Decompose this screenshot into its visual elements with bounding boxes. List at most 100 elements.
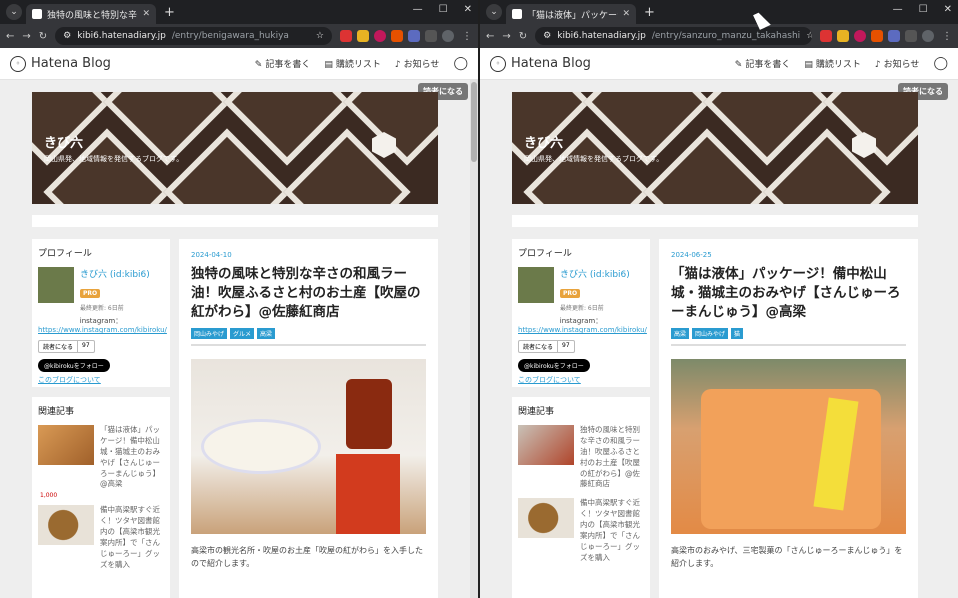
toolbar: ← → ↻ ⚙ kibi6.hatenadiary.jp/entry/sanzu… xyxy=(480,24,958,48)
instagram-label: instagram： xyxy=(79,317,123,325)
address-bar[interactable]: ⚙ kibi6.hatenadiary.jp/entry/sanzuro_man… xyxy=(535,27,812,45)
related-item[interactable]: 「猫は液体」パッケージ！備中松山城・猫城主のおみやげ【さんじゅーろーまんじゅう】… xyxy=(38,425,164,490)
blog-title[interactable]: きび六 xyxy=(44,132,83,151)
x-follow-button[interactable]: @kibirokuをフォロー xyxy=(38,359,110,372)
pinterest-icon[interactable] xyxy=(374,30,386,42)
user-avatar-icon[interactable]: ◯ xyxy=(453,56,468,71)
notifications-link[interactable]: ♪ お知らせ xyxy=(875,57,920,70)
blog-page: 読者になる きび六 岡山県発、地域情報を発信するブログです。 プロフィール きび… xyxy=(0,80,478,598)
address-bar[interactable]: ⚙ kibi6.hatenadiary.jp/entry/benigawara_… xyxy=(55,27,332,45)
profile-name[interactable]: きび六 (id:kibi6) xyxy=(80,267,150,280)
puzzle-icon[interactable] xyxy=(425,30,437,42)
related-module: 関連記事 「猫は液体」パッケージ！備中松山城・猫城主のおみやげ【さんじゅーろーま… xyxy=(32,397,170,598)
category-tag[interactable]: 岡山みやげ xyxy=(191,327,228,339)
x-follow-button[interactable]: @kibirokuをフォロー xyxy=(518,359,590,372)
related-thumbnail xyxy=(38,505,94,546)
notifications-link[interactable]: ♪ お知らせ xyxy=(395,57,440,70)
extension-icon[interactable] xyxy=(837,30,849,42)
category-tag[interactable]: 高梁 xyxy=(257,327,276,339)
avatar[interactable] xyxy=(518,267,554,303)
category-tag[interactable]: グルメ xyxy=(230,327,255,339)
tab-search-icon[interactable]: ⌄ xyxy=(6,4,22,20)
extension-icon[interactable] xyxy=(871,30,883,42)
extension-icon[interactable] xyxy=(357,30,369,42)
blog-banner: きび六 岡山県発、地域情報を発信するブログです。 xyxy=(512,92,918,204)
profile-heading: プロフィール xyxy=(38,249,92,259)
bookmark-star-icon[interactable]: ☆ xyxy=(806,31,812,41)
tab-search-icon[interactable]: ⌄ xyxy=(486,4,502,20)
subscribe-button[interactable]: 読者になる 97 xyxy=(38,340,95,353)
forward-icon[interactable]: → xyxy=(502,31,510,42)
category-tag[interactable]: 岡山みやげ xyxy=(692,327,729,339)
article-title[interactable]: 「猫は液体」パッケージ！備中松山城・猫城主のおみやげ【さんじゅーろーまんじゅう】… xyxy=(671,265,906,322)
category-tag[interactable]: 高梁 xyxy=(671,327,690,339)
scrollbar[interactable] xyxy=(470,80,478,598)
last-updated: 最終更新: 6日前 xyxy=(560,305,604,312)
subscribe-button[interactable]: 読者になる 97 xyxy=(518,340,575,353)
instagram-link[interactable]: https://www.instagram.com/kibiroku/ xyxy=(518,326,647,334)
about-link[interactable]: このブログについて xyxy=(38,375,164,385)
back-icon[interactable]: ← xyxy=(486,31,494,42)
article-date[interactable]: 2024-04-10 xyxy=(191,251,426,259)
related-module: 関連記事 独特の風味と特別な辛さの和風ラー油！吹屋ふるさと村のお土産【吹屋の紅が… xyxy=(512,397,650,598)
related-item[interactable]: 備中高梁駅すぐ近く！ツタヤ図書館内の【高梁市観光案内所】で「さんじゅーろー」グッ… xyxy=(518,498,644,563)
profile-module: プロフィール きび六 (id:kibi6) PRO 最終更新: 6日前 inst… xyxy=(512,239,650,387)
pro-badge: PRO xyxy=(80,289,101,298)
avatar[interactable] xyxy=(38,267,74,303)
menu-icon[interactable]: ⋮ xyxy=(942,31,952,42)
tab-active[interactable]: 「猫は液体」パッケージ！備中松山 ✕ xyxy=(506,4,636,24)
minimize-icon[interactable]: — xyxy=(413,4,423,15)
category-tags: 高梁 岡山みやげ 猫 xyxy=(671,327,906,339)
maximize-icon[interactable]: ☐ xyxy=(919,4,928,15)
minimize-icon[interactable]: — xyxy=(893,4,903,15)
extension-icon[interactable] xyxy=(391,30,403,42)
article-date[interactable]: 2024-06-25 xyxy=(671,251,906,259)
back-icon[interactable]: ← xyxy=(6,31,14,42)
blog-subtitle: 岡山県発、地域情報を発信するブログです。 xyxy=(524,155,664,163)
tab-active[interactable]: 独特の風味と特別な辛さの和風ラー ✕ xyxy=(26,4,156,24)
write-article-link[interactable]: ✎ 記事を書く xyxy=(255,57,311,70)
reload-icon[interactable]: ↻ xyxy=(519,31,527,42)
related-thumbnail xyxy=(518,425,574,465)
profile-icon[interactable] xyxy=(442,30,454,42)
article-card: 2024-06-25 「猫は液体」パッケージ！備中松山城・猫城主のおみやげ【さん… xyxy=(659,239,918,598)
extension-icon[interactable] xyxy=(408,30,420,42)
category-tag[interactable]: 猫 xyxy=(731,327,744,339)
bookmark-star-icon[interactable]: ☆ xyxy=(316,31,324,41)
close-window-icon[interactable]: ✕ xyxy=(944,4,952,15)
maximize-icon[interactable]: ☐ xyxy=(439,4,448,15)
related-item[interactable]: 備中高梁駅すぐ近く！ツタヤ図書館内の【高梁市観光案内所】で「さんじゅーろー」グッ… xyxy=(38,505,164,570)
site-info-icon[interactable]: ⚙ xyxy=(543,31,551,41)
hatena-logo[interactable]: ◦ Hatena Blog xyxy=(490,55,591,72)
extension-icon[interactable] xyxy=(888,30,900,42)
related-item[interactable]: 独特の風味と特別な辛さの和風ラー油！吹屋ふるさと村のお土産【吹屋の紅がわら】@佐… xyxy=(518,425,644,490)
hatena-logo-icon: ◦ xyxy=(490,55,506,72)
about-link[interactable]: このブログについて xyxy=(518,375,644,385)
extension-badge-icon[interactable] xyxy=(820,30,832,42)
new-tab-icon[interactable]: + xyxy=(164,5,175,20)
instagram-link[interactable]: https://www.instagram.com/kibiroku/ xyxy=(38,326,167,334)
hatena-logo-icon: ◦ xyxy=(10,55,26,72)
hatena-logo[interactable]: ◦ Hatena Blog xyxy=(10,55,111,72)
puzzle-icon[interactable] xyxy=(905,30,917,42)
profile-icon[interactable] xyxy=(922,30,934,42)
subscriptions-link[interactable]: ▤ 購読リスト xyxy=(324,57,381,70)
reload-icon[interactable]: ↻ xyxy=(39,31,47,42)
subscriptions-link[interactable]: ▤ 購読リスト xyxy=(804,57,861,70)
profile-name[interactable]: きび六 (id:kibi6) xyxy=(560,267,630,280)
extension-badge-icon[interactable] xyxy=(340,30,352,42)
blog-banner: きび六 岡山県発、地域情報を発信するブログです。 xyxy=(32,92,438,204)
forward-icon[interactable]: → xyxy=(22,31,30,42)
user-avatar-icon[interactable]: ◯ xyxy=(933,56,948,71)
menu-icon[interactable]: ⋮ xyxy=(462,31,472,42)
write-article-link[interactable]: ✎ 記事を書く xyxy=(735,57,791,70)
close-window-icon[interactable]: ✕ xyxy=(464,4,472,15)
article-title[interactable]: 独特の風味と特別な辛さの和風ラー油！吹屋ふるさと村のお土産【吹屋の紅がわら】@佐… xyxy=(191,265,426,322)
site-info-icon[interactable]: ⚙ xyxy=(63,31,71,41)
article-lead: 高梁市の観光名所・吹屋のお土産「吹屋の紅がわら」を入手したので紹介します。 xyxy=(191,545,423,568)
new-tab-icon[interactable]: + xyxy=(644,5,655,20)
close-tab-icon[interactable]: ✕ xyxy=(622,9,630,19)
pinterest-icon[interactable] xyxy=(854,30,866,42)
close-tab-icon[interactable]: ✕ xyxy=(142,9,150,19)
blog-title[interactable]: きび六 xyxy=(524,132,563,151)
